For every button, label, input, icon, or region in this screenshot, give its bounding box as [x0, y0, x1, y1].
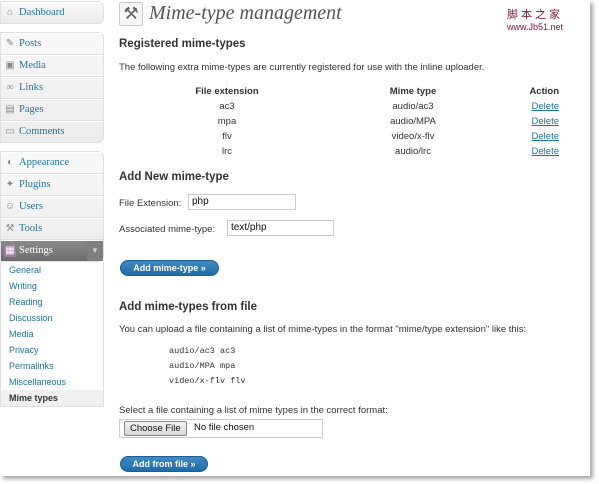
sidebar-item-label: Posts: [19, 38, 42, 49]
sidebar-item-plugins[interactable]: ✦ Plugins: [1, 174, 103, 196]
file-heading: Add mime-types from file: [119, 301, 258, 313]
sidebar-item-label: Appearance: [19, 157, 70, 168]
submenu-item-mime-types[interactable]: Mime types: [1, 390, 103, 406]
submenu-item-reading[interactable]: Reading: [1, 294, 103, 310]
sidebar-item-appearance[interactable]: ◐ Appearance: [1, 152, 103, 174]
comment-icon: ▭: [5, 126, 15, 137]
submenu-item-media[interactable]: Media: [1, 326, 103, 342]
submenu-item-permalinks[interactable]: Permalinks: [1, 358, 103, 374]
action-cell: Delete: [491, 99, 559, 114]
extension-cell: lrc: [221, 146, 233, 157]
choose-file-button[interactable]: Choose File: [124, 421, 187, 436]
page-title-text: Mime-type management: [149, 2, 342, 24]
sidebar-item-pages[interactable]: ▤ Pages: [1, 99, 103, 121]
menu-group-admin: ◐ Appearance ✦ Plugins ☺ Users ⚒ Tools ▦ Settings…: [0, 151, 104, 262]
mime-cell: audio/MPA: [390, 116, 436, 127]
chevron-down-icon[interactable]: ▼: [87, 241, 103, 261]
file-input[interactable]: Choose File No file chosen: [119, 419, 323, 438]
sidebar-item-media[interactable]: ▣ Media: [1, 55, 103, 77]
action-cell: Delete: [491, 144, 559, 159]
users-icon: ☺: [4, 201, 16, 212]
sidebar-item-label: Pages: [19, 104, 44, 115]
no-file-text: No file chosen: [194, 422, 255, 433]
sidebar-item-label: Links: [19, 82, 43, 93]
sidebar-item-label: Media: [19, 60, 46, 71]
table-header-row: File extension Mime type Action: [119, 84, 559, 99]
table-row: flv video/x-flv Delete: [119, 129, 559, 144]
column-header-action: Action: [529, 86, 559, 97]
add-heading: Add New mime-type: [119, 171, 229, 183]
registered-description: The following extra mime-types are curre…: [119, 62, 485, 73]
example-format: audio/ac3 ac3 audio/MPA mpa video/x-flv …: [169, 346, 246, 386]
add-mime-type-button[interactable]: Add mime-type »: [120, 260, 219, 276]
link-icon: ∞: [6, 82, 14, 93]
file-description: You can upload a file containing a list …: [119, 324, 527, 335]
column-header-extension: File extension: [195, 86, 259, 97]
delete-link[interactable]: Delete: [532, 131, 559, 142]
sidebar-item-posts[interactable]: ✎ Posts: [1, 33, 103, 55]
delete-link[interactable]: Delete: [532, 101, 559, 112]
extension-cell: mpa: [217, 116, 237, 127]
sidebar-item-label: Users: [19, 201, 43, 212]
watermark: 脚本之家 www.Jb51.net: [490, 6, 580, 32]
file-extension-label: File Extension:: [119, 198, 182, 209]
watermark-url: www.Jb51.net: [506, 22, 564, 32]
media-icon: ▣: [5, 60, 15, 71]
file-extension-input[interactable]: php: [188, 194, 296, 210]
tools-icon: ⚒: [119, 2, 143, 26]
add-from-file-button[interactable]: Add from file »: [120, 456, 208, 472]
settings-submenu: General Writing Reading Discussion Media Priv…: [0, 262, 104, 407]
delete-link[interactable]: Delete: [532, 146, 559, 157]
sidebar-item-settings[interactable]: ▦ Settings ▼: [1, 240, 103, 261]
window-frame: ⌂ Dashboard ✎ Posts ▣ Media ∞ Links ▤ Pages ▭ Comm…: [0, 0, 590, 476]
sidebar-item-tools[interactable]: ⚒ Tools: [1, 218, 103, 240]
registered-heading: Registered mime-types: [119, 38, 246, 50]
mime-cell: video/x-flv: [391, 131, 435, 142]
sidebar-item-dashboard[interactable]: ⌂ Dashboard: [1, 2, 103, 23]
sidebar-item-label: Dashboard: [19, 7, 65, 18]
extension-cell: flv: [222, 131, 232, 142]
dashboard-icon: ⌂: [6, 7, 13, 18]
submenu-item-miscellaneous[interactable]: Miscellaneous: [1, 374, 103, 390]
page-icon: ▤: [5, 104, 15, 115]
sidebar-item-label: Tools: [19, 223, 43, 234]
select-file-label: Select a file containing a list of mime …: [119, 405, 388, 416]
column-header-mime: Mime type: [389, 86, 437, 97]
mime-type-label: Associated mime-type:: [119, 224, 216, 235]
mime-type-input[interactable]: text/php: [227, 220, 334, 236]
mime-types-table: File extension Mime type Action ac3 audio…: [119, 84, 559, 159]
mime-cell: audio/lrc: [395, 146, 431, 157]
tools-icon: ⚒: [5, 223, 15, 234]
watermark-text: 脚本之家: [507, 8, 563, 21]
submenu-item-privacy[interactable]: Privacy: [1, 342, 103, 358]
delete-link[interactable]: Delete: [532, 116, 559, 127]
sidebar-item-links[interactable]: ∞ Links: [1, 77, 103, 99]
sidebar-item-label: Plugins: [19, 179, 51, 190]
sidebar-item-label: Comments: [19, 126, 65, 137]
action-cell: Delete: [491, 114, 559, 129]
mime-cell: audio/ac3: [392, 101, 434, 112]
action-cell: Delete: [491, 129, 559, 144]
sidebar-item-users[interactable]: ☺ Users: [1, 196, 103, 218]
plugin-icon: ✦: [5, 179, 15, 190]
extension-cell: ac3: [219, 101, 235, 112]
sidebar-item-comments[interactable]: ▭ Comments: [1, 121, 103, 142]
table-row: ac3 audio/ac3 Delete: [119, 99, 559, 114]
menu-group-content: ✎ Posts ▣ Media ∞ Links ▤ Pages ▭ Comments: [0, 32, 104, 143]
submenu-item-general[interactable]: General: [1, 262, 103, 278]
admin-sidebar: ⌂ Dashboard ✎ Posts ▣ Media ∞ Links ▤ Pages ▭ Comm…: [0, 0, 104, 476]
table-row: mpa audio/MPA Delete: [119, 114, 559, 129]
menu-group-dashboard: ⌂ Dashboard: [0, 1, 104, 24]
appearance-icon: ◐: [6, 157, 14, 168]
settings-icon: ▦: [4, 245, 16, 257]
submenu-item-writing[interactable]: Writing: [1, 278, 103, 294]
submenu-item-discussion[interactable]: Discussion: [1, 310, 103, 326]
sidebar-item-label: Settings: [19, 245, 53, 256]
table-row: lrc audio/lrc Delete: [119, 144, 559, 159]
pin-icon: ✎: [5, 38, 15, 49]
